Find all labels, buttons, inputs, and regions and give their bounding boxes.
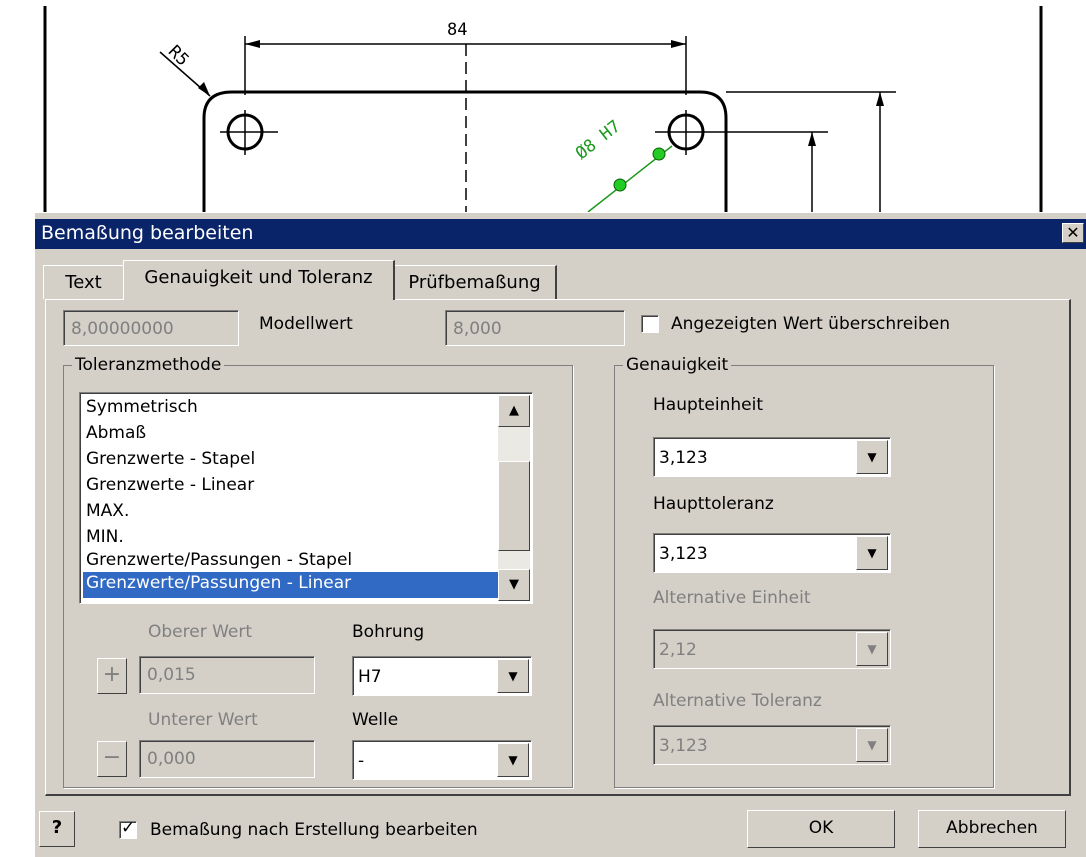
alt-tolerance-select: 3,123 ▼ — [653, 725, 891, 765]
plus-button[interactable]: + — [97, 658, 127, 694]
tolerance-method-list[interactable]: Symmetrisch Abmaß Grenzwerte - Stapel Gr… — [79, 392, 533, 604]
chevron-down-icon: ▼ — [856, 728, 888, 762]
tab-inspection-dimension[interactable]: Prüfbemaßung — [393, 265, 557, 299]
shaft-select-value: - — [358, 751, 365, 771]
checkmark-icon: ✓ — [121, 818, 136, 838]
dialog-title: Bemaßung bearbeiten — [41, 222, 254, 244]
triangle-up-icon: ▲ — [509, 403, 519, 418]
dimension-84-label: 84 — [447, 20, 468, 40]
dialog-titlebar[interactable]: Bemaßung bearbeiten ✕ — [35, 219, 1086, 249]
alt-tolerance-label: Alternative Toleranz — [653, 691, 822, 711]
chevron-down-icon[interactable]: ▼ — [856, 440, 888, 474]
list-item[interactable]: Abmaß — [83, 422, 499, 448]
list-item-selected[interactable]: Grenzwerte/Passungen - Linear — [83, 572, 499, 598]
bore-select-value: H7 — [358, 667, 382, 687]
tolerance-method-title: Toleranzmethode — [72, 355, 225, 375]
alt-unit-label: Alternative Einheit — [653, 588, 811, 608]
primary-unit-value: 3,123 — [659, 448, 708, 468]
scroll-up-button[interactable]: ▲ — [498, 395, 530, 427]
override-value-label: Angezeigten Wert überschreiben — [671, 314, 950, 334]
primary-unit-select[interactable]: 3,123 ▼ — [653, 437, 891, 477]
lower-value-field: 0,000 — [139, 740, 315, 778]
alt-unit-select: 2,12 ▼ — [653, 629, 891, 669]
minus-button[interactable]: − — [97, 741, 127, 777]
alt-unit-value: 2,12 — [659, 640, 697, 660]
bore-label: Bohrung — [352, 622, 425, 642]
chevron-down-icon: ▼ — [856, 632, 888, 666]
tab-text-label: Text — [65, 272, 102, 293]
tab-precision-tolerance-label: Genauigkeit und Toleranz — [144, 267, 373, 288]
scroll-down-button[interactable]: ▼ — [498, 569, 530, 601]
list-item[interactable]: Grenzwerte - Stapel — [83, 448, 499, 474]
part-drawing — [43, 6, 1043, 212]
primary-tolerance-select[interactable]: 3,123 ▼ — [653, 533, 891, 573]
upper-value-label: Oberer Wert — [148, 622, 253, 642]
ok-button[interactable]: OK — [747, 810, 895, 848]
precision-title: Genauigkeit — [623, 355, 732, 375]
help-icon: ? — [51, 817, 63, 838]
list-item[interactable]: Grenzwerte - Linear — [83, 474, 499, 500]
bore-select[interactable]: H7 ▼ — [352, 656, 532, 696]
chevron-down-icon[interactable]: ▼ — [497, 743, 529, 777]
plus-icon: + — [102, 662, 122, 687]
close-icon: ✕ — [1066, 223, 1080, 242]
drawing-canvas[interactable]: 84 R5 Ø8 H7 — [0, 0, 1086, 212]
scroll-thumb[interactable] — [498, 461, 530, 551]
chevron-down-icon[interactable]: ▼ — [497, 659, 529, 693]
close-button[interactable]: ✕ — [1062, 223, 1084, 243]
edit-dimension-dialog: Bemaßung bearbeiten ✕ Text Genauigkeit u… — [33, 212, 1086, 857]
shaft-label: Welle — [352, 710, 399, 730]
tab-inspection-dimension-label: Prüfbemaßung — [408, 272, 541, 293]
minus-icon: − — [102, 745, 122, 770]
model-value-label: Modellwert — [259, 314, 353, 334]
override-value-checkbox[interactable] — [641, 315, 659, 333]
upper-value-field: 0,015 — [139, 656, 315, 694]
tab-precision-tolerance[interactable]: Genauigkeit und Toleranz — [123, 260, 395, 300]
list-scrollbar[interactable]: ▲ ▼ — [498, 395, 530, 601]
model-value-field: 8,00000000 — [63, 310, 239, 346]
chevron-down-icon[interactable]: ▼ — [856, 536, 888, 570]
cancel-button[interactable]: Abbrechen — [918, 810, 1066, 848]
primary-tolerance-value: 3,123 — [659, 544, 708, 564]
list-item[interactable]: Symmetrisch — [83, 396, 499, 422]
edit-after-create-checkbox[interactable]: ✓ — [119, 818, 137, 839]
shaft-select[interactable]: - ▼ — [352, 740, 532, 780]
tab-text[interactable]: Text — [43, 265, 125, 299]
primary-unit-label: Haupteinheit — [653, 395, 764, 415]
triangle-down-icon: ▼ — [509, 577, 519, 592]
list-item[interactable]: MAX. — [83, 500, 499, 526]
primary-tolerance-label: Haupttoleranz — [653, 494, 774, 514]
help-button[interactable]: ? — [39, 811, 75, 847]
displayed-value-field[interactable]: 8,000 — [445, 310, 625, 346]
lower-value-label: Unterer Wert — [148, 710, 258, 730]
alt-tolerance-value: 3,123 — [659, 736, 708, 756]
edit-after-create-label: Bemaßung nach Erstellung bearbeiten — [150, 820, 478, 840]
